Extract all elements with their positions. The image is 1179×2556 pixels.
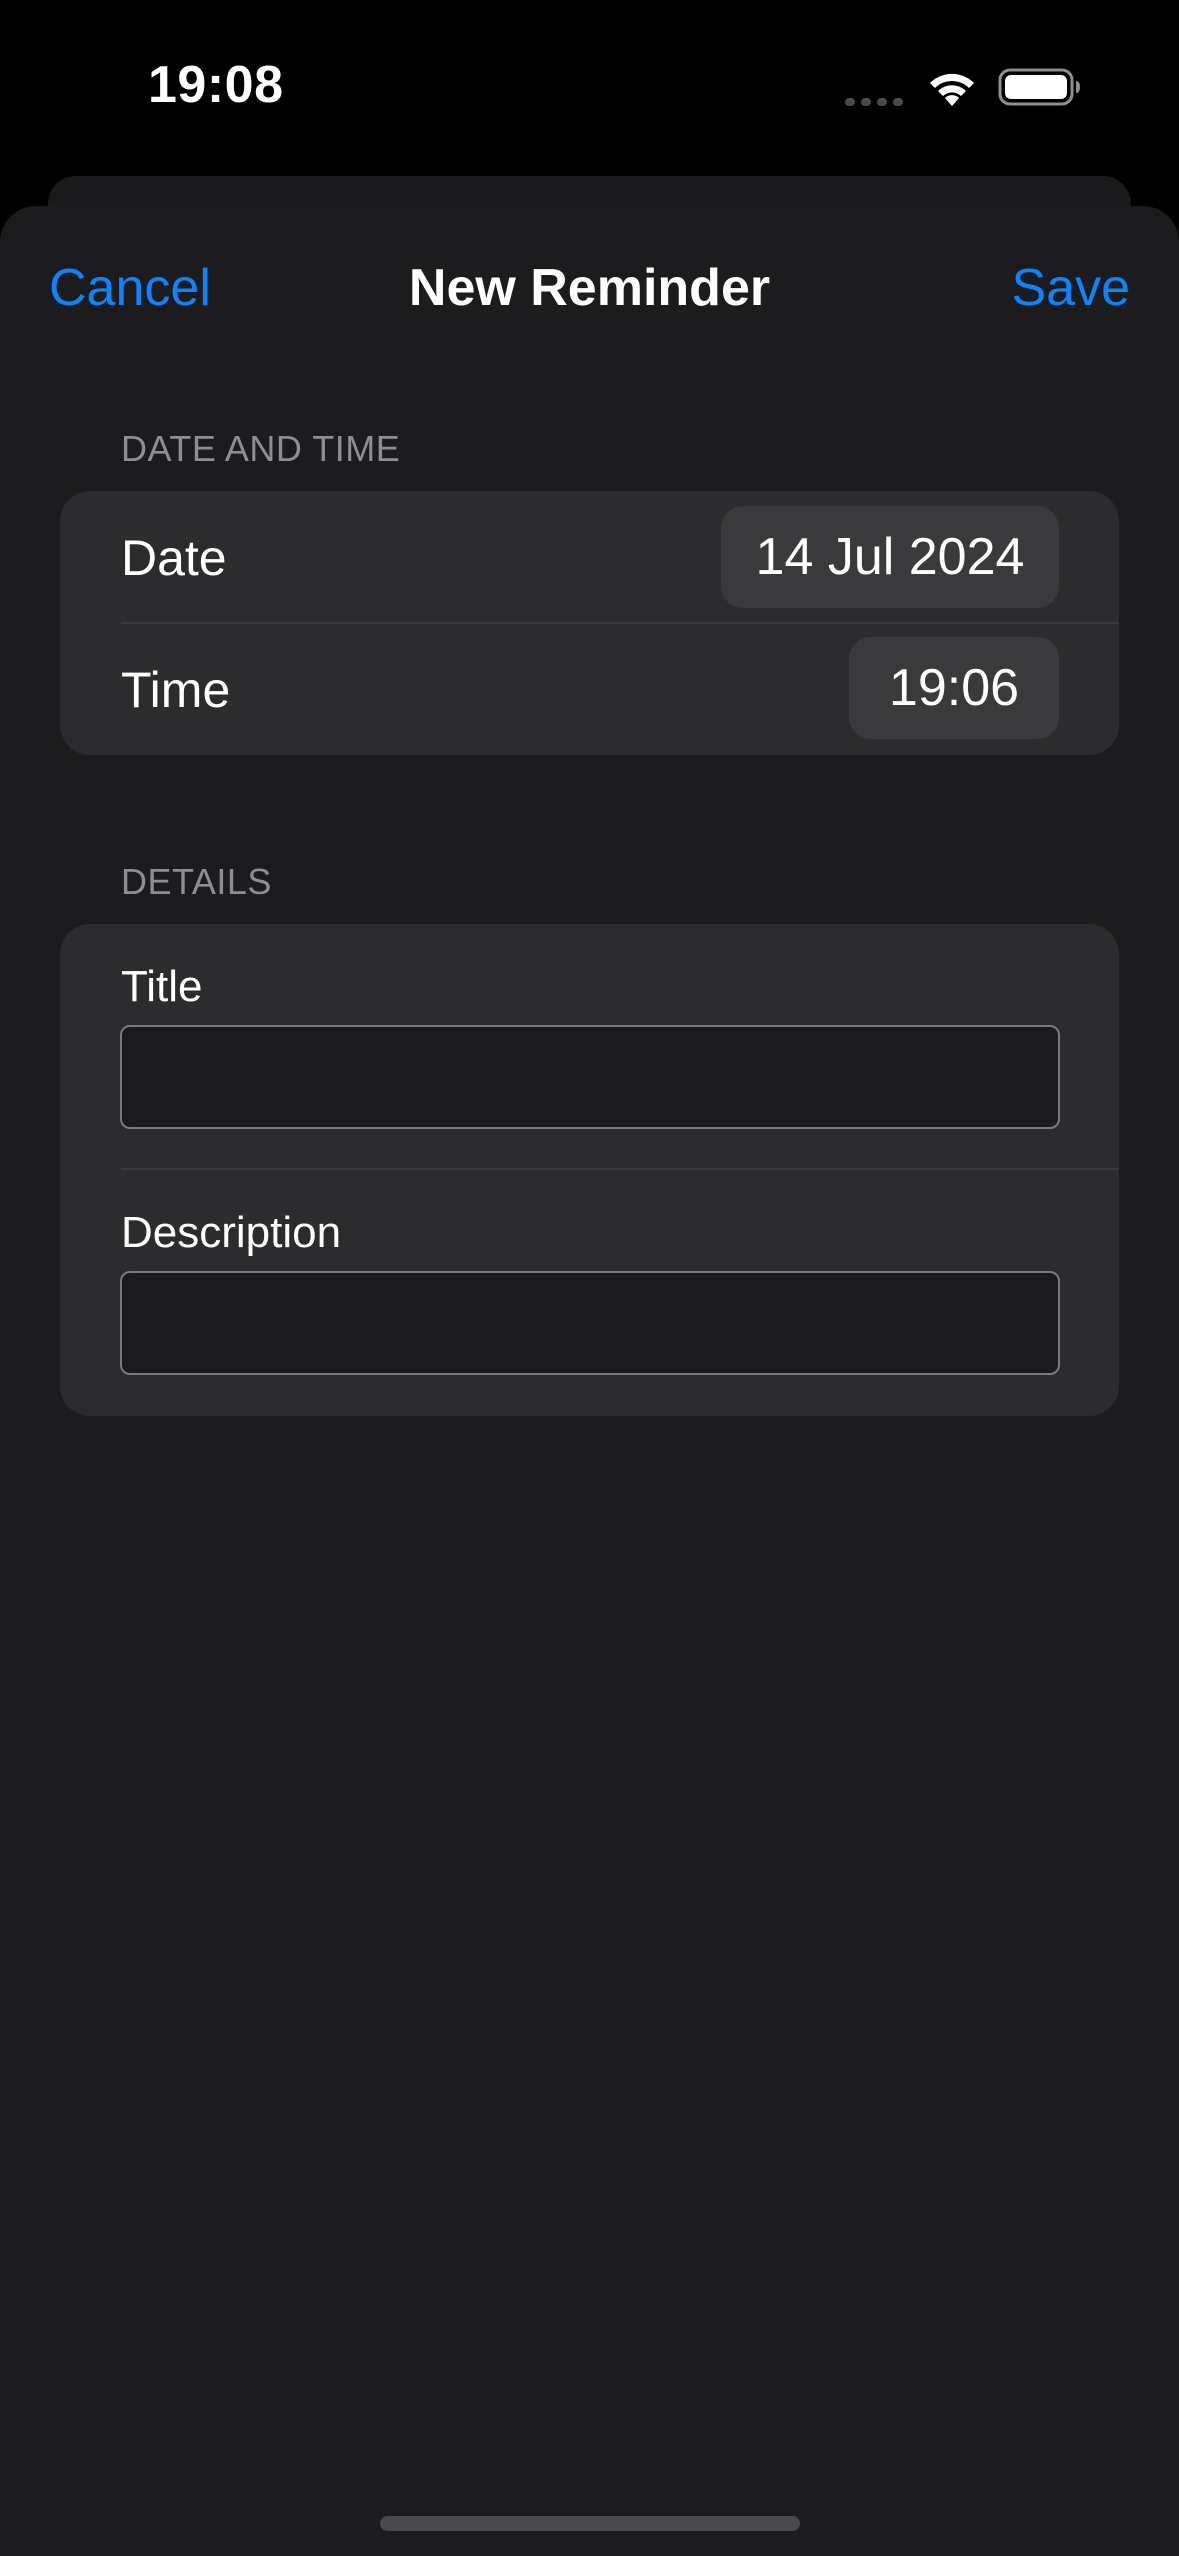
title-input[interactable] — [120, 1025, 1060, 1129]
cellular-signal-icon — [845, 98, 903, 106]
time-picker-button[interactable]: 19:06 — [849, 637, 1059, 739]
section-header-details: DETAILS — [121, 861, 272, 902]
date-label: Date — [121, 530, 227, 586]
time-label: Time — [121, 662, 231, 718]
details-group: Title Description — [60, 924, 1119, 1416]
status-bar: 19:08 — [0, 0, 1179, 176]
description-input[interactable] — [120, 1271, 1060, 1375]
home-indicator[interactable] — [380, 2516, 800, 2531]
cancel-button[interactable]: Cancel — [49, 258, 211, 318]
title-field-label: Title — [121, 962, 203, 1011]
section-header-date-time: DATE AND TIME — [121, 428, 401, 469]
divider — [121, 1168, 1119, 1170]
date-time-group: Date 14 Jul 2024 Time 19:06 — [60, 491, 1119, 755]
wifi-icon — [930, 73, 974, 106]
time-row: Time 19:06 — [60, 623, 1119, 755]
save-button[interactable]: Save — [1011, 258, 1130, 318]
description-field-label: Description — [121, 1208, 342, 1257]
battery-icon — [998, 68, 1080, 106]
status-time: 19:08 — [148, 56, 284, 114]
date-picker-button[interactable]: 14 Jul 2024 — [721, 506, 1059, 608]
date-row: Date 14 Jul 2024 — [60, 491, 1119, 623]
